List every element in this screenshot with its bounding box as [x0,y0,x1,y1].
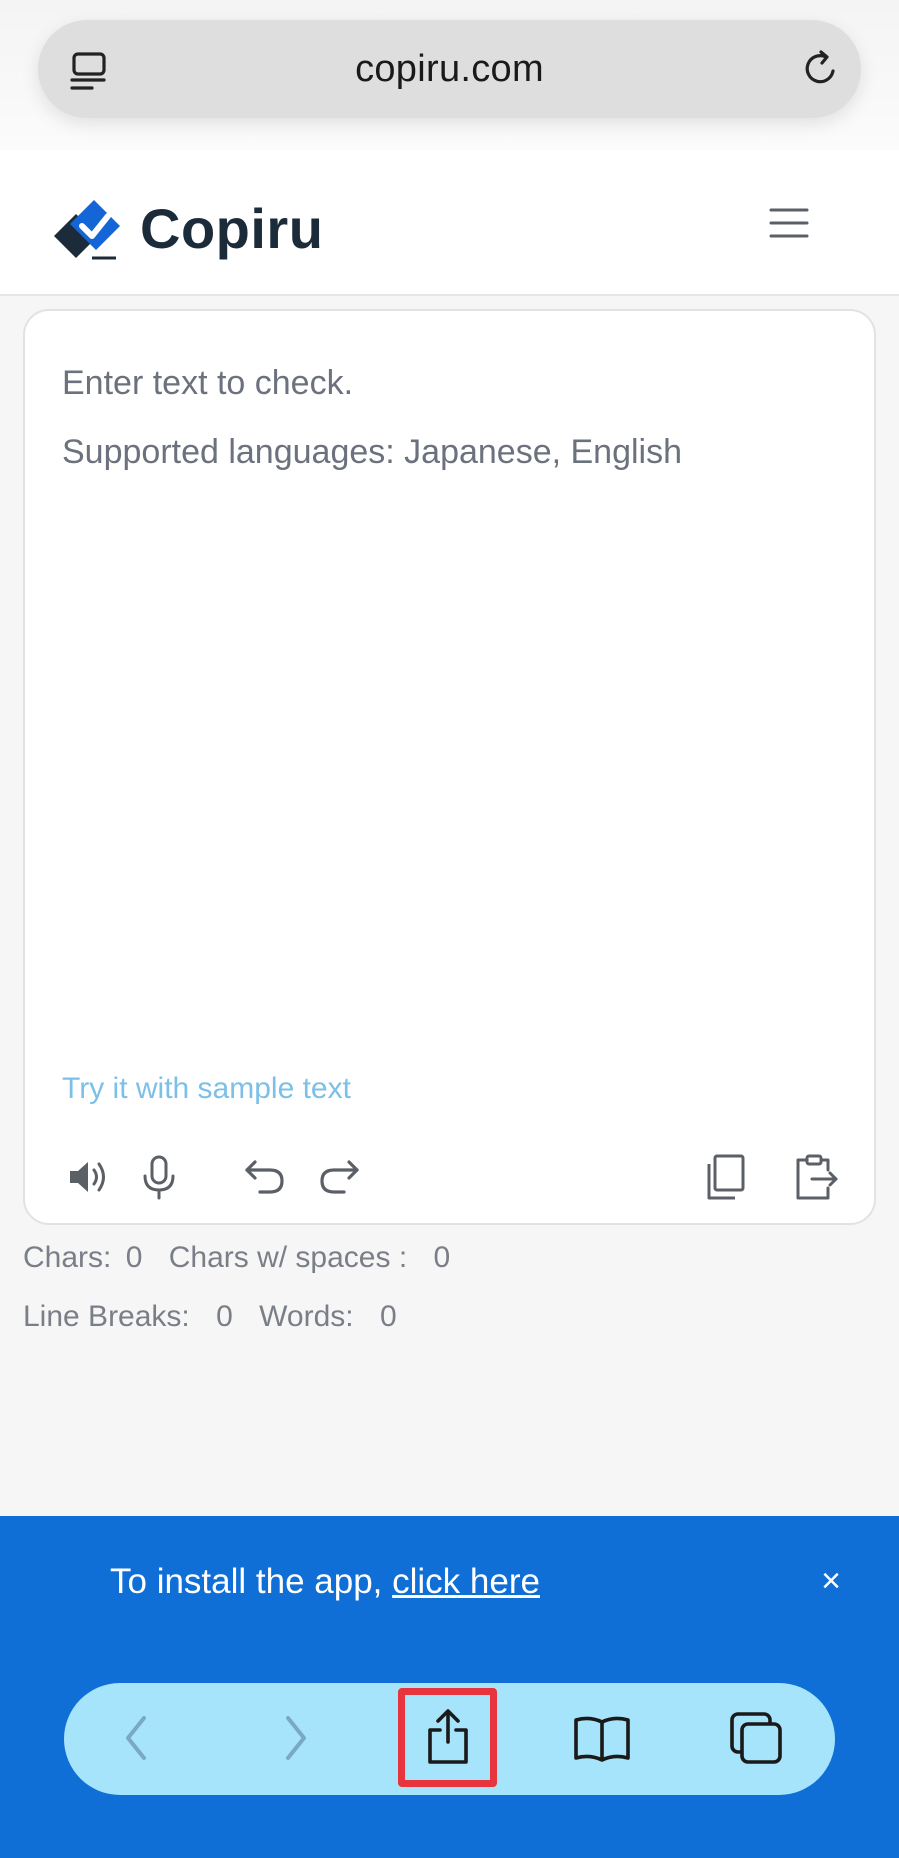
paste-icon[interactable] [790,1152,840,1202]
words-label: Words: [259,1300,354,1333]
back-icon[interactable] [106,1708,166,1768]
line-breaks-label: Line Breaks: [23,1300,190,1333]
chars-value: 0 [125,1241,143,1274]
install-text: To install the app, [110,1562,393,1601]
reload-icon[interactable] [800,48,842,90]
sample-text-link[interactable]: Try it with sample text [62,1072,351,1106]
microphone-icon[interactable] [134,1152,184,1202]
close-icon[interactable]: × [816,1564,846,1598]
copy-icon[interactable] [701,1152,751,1202]
forward-icon[interactable] [266,1708,326,1768]
address-bar[interactable]: copiru.com [38,20,861,118]
words-value: 0 [379,1300,397,1333]
install-link[interactable]: click here [392,1562,540,1601]
char-stats: Chars: 0 Chars w/ spaces : 0 [23,1241,456,1275]
editor-placeholder-line1: Enter text to check. [62,364,354,402]
editor-placeholder-line2: Supported languages: Japanese, English [62,433,683,471]
site-header [0,150,899,296]
chars-spaces-label: Chars w/ spaces : [168,1241,408,1274]
menu-icon[interactable] [768,206,810,240]
undo-icon[interactable] [240,1152,290,1202]
logo-text[interactable]: Copiru [140,196,323,261]
share-highlight-box [398,1688,497,1787]
chars-label: Chars: [23,1241,112,1274]
chars-spaces-value: 0 [433,1241,451,1274]
speaker-icon[interactable] [64,1152,114,1202]
bookmarks-icon[interactable] [572,1708,632,1768]
line-word-stats: Line Breaks: 0 Words: 0 [23,1300,403,1334]
reader-icon[interactable] [68,50,110,92]
logo-icon[interactable] [52,192,130,262]
install-banner-text: To install the app, click here [110,1562,540,1602]
tabs-icon[interactable] [726,1708,786,1768]
redo-icon[interactable] [314,1152,364,1202]
url-text[interactable]: copiru.com [355,48,544,91]
line-breaks-value: 0 [216,1300,233,1333]
